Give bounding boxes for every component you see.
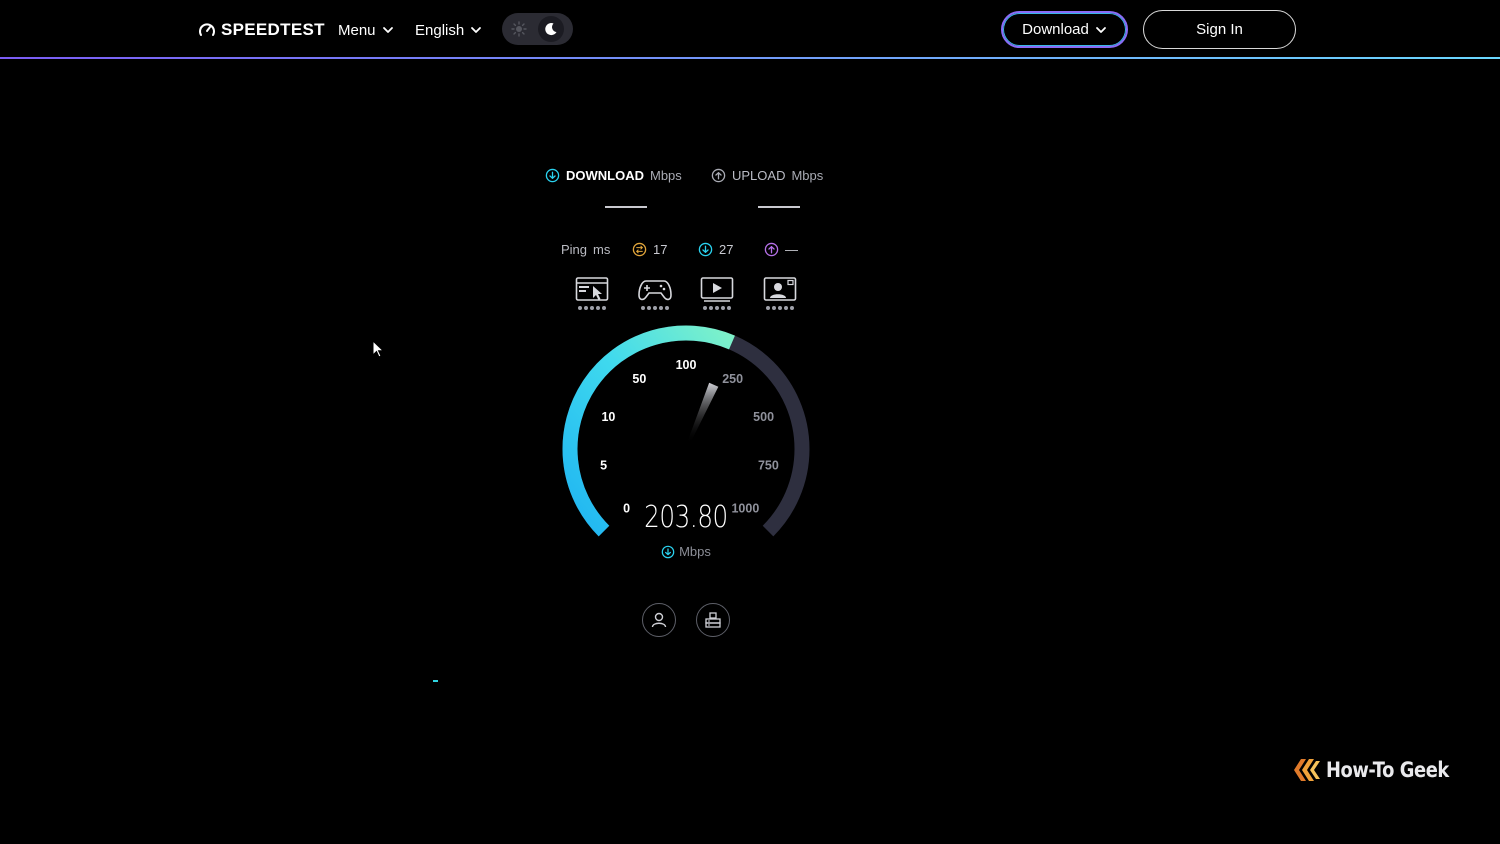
gauge-tick-label: 0 xyxy=(623,501,630,515)
gauge-tick-label: 5 xyxy=(600,458,607,472)
idle-ping-icon xyxy=(632,242,647,256)
gauge-tick-label: 750 xyxy=(758,458,779,472)
download-button-label: Download xyxy=(1022,21,1089,38)
download-arrow-icon xyxy=(661,545,675,558)
video-call-rating[interactable] xyxy=(760,276,800,316)
gamepad-icon xyxy=(638,280,672,301)
user-icon xyxy=(651,612,667,628)
top-navigation-bar: SPEEDTEST Menu English Download Sign In xyxy=(0,0,1500,59)
upload-latency-icon xyxy=(764,242,779,256)
sign-in-button[interactable]: Sign In xyxy=(1143,10,1296,49)
download-arrow-icon xyxy=(545,168,560,182)
download-value-placeholder xyxy=(605,206,647,208)
decorative-dash xyxy=(433,680,438,682)
download-label: DOWNLOAD xyxy=(566,167,644,183)
how-to-geek-logo-icon xyxy=(1294,759,1320,781)
theme-toggle[interactable] xyxy=(502,13,573,45)
language-dropdown[interactable]: English xyxy=(415,18,482,42)
watermark-text: How-To Geek xyxy=(1326,758,1449,782)
gauge-unit-text: Mbps xyxy=(679,544,711,559)
sign-in-label: Sign In xyxy=(1196,21,1243,38)
dark-mode-knob[interactable] xyxy=(537,16,564,42)
header-gradient-divider xyxy=(0,57,1500,59)
gaming-rating[interactable] xyxy=(635,276,675,316)
chevron-down-icon xyxy=(382,27,393,33)
ping-upload: — xyxy=(764,239,798,259)
download-unit: Mbps xyxy=(650,167,682,183)
how-to-geek-watermark: How-To Geek xyxy=(1292,756,1471,784)
ping-unit: ms xyxy=(593,241,611,257)
gauge-tick-label: 100 xyxy=(676,358,697,372)
ping-upload-value: — xyxy=(785,241,798,257)
video-call-icon xyxy=(763,277,797,301)
chevron-down-icon xyxy=(1095,26,1106,33)
gauge-needle xyxy=(687,382,719,445)
ping-download-value: 27 xyxy=(719,241,734,257)
ping-label: Ping xyxy=(561,241,588,257)
gauge-tick-label: 10 xyxy=(601,410,615,424)
gauge-unit-label: Mbps xyxy=(640,544,732,559)
gauge-tick-label: 250 xyxy=(722,372,743,386)
sun-icon[interactable] xyxy=(511,21,527,37)
video-play-icon xyxy=(700,277,734,302)
moon-icon xyxy=(545,23,557,36)
menu-dropdown[interactable]: Menu xyxy=(338,18,394,42)
rating-dots xyxy=(703,306,731,310)
speedtest-logo[interactable]: SPEEDTEST xyxy=(198,18,325,42)
server-select-button[interactable] xyxy=(696,603,730,637)
gauge-tick-label: 50 xyxy=(632,372,646,386)
streaming-rating[interactable] xyxy=(697,276,737,316)
rating-dots xyxy=(578,306,606,310)
ping-label-group: Ping ms xyxy=(561,239,610,259)
web-browsing-icon xyxy=(575,277,609,301)
download-latency-icon xyxy=(698,242,713,256)
upload-arrow-icon xyxy=(711,168,726,182)
upload-unit: Mbps xyxy=(791,167,824,183)
download-app-button[interactable]: Download xyxy=(1001,11,1128,48)
ping-idle-value: 17 xyxy=(653,241,668,257)
logo-text: SPEEDTEST xyxy=(221,20,325,39)
download-metric-header: DOWNLOAD Mbps xyxy=(545,165,682,185)
server-icon xyxy=(705,612,721,628)
chevron-down-icon xyxy=(471,27,482,33)
upload-label: UPLOAD xyxy=(732,167,786,183)
menu-label: Menu xyxy=(338,21,376,39)
speedometer-logo-icon xyxy=(199,23,215,36)
rating-dots xyxy=(641,306,669,310)
rating-dots xyxy=(766,306,794,310)
mouse-cursor-icon xyxy=(372,340,385,358)
user-profile-button[interactable] xyxy=(642,603,676,637)
gauge-speed-value: 203.80 xyxy=(644,500,728,535)
language-label: English xyxy=(415,21,465,39)
upload-metric-header: UPLOAD Mbps xyxy=(711,165,823,185)
ping-idle: 17 xyxy=(632,239,667,259)
upload-value-placeholder xyxy=(758,206,800,208)
web-browsing-rating[interactable] xyxy=(572,276,612,316)
gauge-tick-label: 500 xyxy=(753,410,774,424)
ping-download: 27 xyxy=(698,239,733,259)
